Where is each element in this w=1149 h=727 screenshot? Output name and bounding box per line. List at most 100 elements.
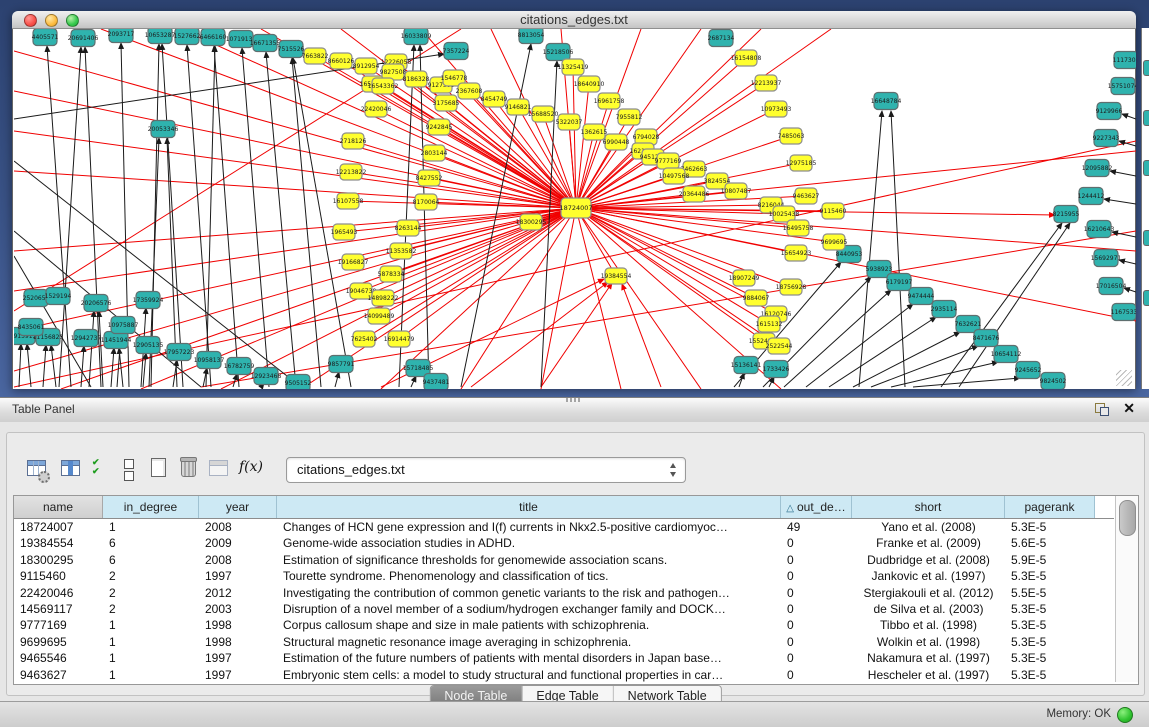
graph-node[interactable]: 9437481 — [423, 374, 450, 390]
graph-node[interactable]: 16210643 — [1084, 221, 1115, 238]
cell-title[interactable]: Changes of HCN gene expression and I(f) … — [277, 519, 781, 535]
graph-node[interactable]: 9227343 — [1093, 130, 1120, 147]
graph-node[interactable]: 9245652 — [1015, 362, 1042, 379]
graph-node[interactable]: 16648784 — [871, 93, 902, 110]
graph-node[interactable]: 14898222 — [368, 290, 399, 306]
table-row[interactable]: 969969511998Structural magnetic resonanc… — [14, 634, 1114, 650]
cell-title[interactable]: Corpus callosum shape and size in male p… — [277, 617, 781, 633]
graph-node[interactable]: 10497568 — [659, 168, 690, 184]
graph-node[interactable]: 8215955 — [1053, 206, 1080, 223]
table-row[interactable]: 1872400712008Changes of HCN gene express… — [14, 519, 1114, 535]
cell-name[interactable]: 18300295 — [14, 552, 103, 568]
table-row[interactable]: 946362711997Embryonic stem cells: a mode… — [14, 667, 1114, 683]
citation-network-graph[interactable]: 4405571206914062093717106532871527662646… — [14, 29, 1136, 389]
cell-pagerank[interactable]: 5.3E-5 — [1005, 617, 1095, 633]
cell-name[interactable]: 22420046 — [14, 585, 103, 601]
graph-node[interactable]: 16543362 — [368, 78, 399, 94]
graph-node[interactable]: 8186328 — [403, 71, 430, 87]
graph-node[interactable]: 15692971 — [1091, 250, 1122, 267]
graph-node[interactable]: 6990448 — [603, 134, 630, 150]
column-header-in_degree[interactable]: in_degree — [103, 496, 199, 518]
graph-node[interactable]: 10973493 — [761, 101, 792, 117]
cell-out_degree[interactable]: 0 — [781, 552, 852, 568]
background-network-window[interactable] — [1141, 28, 1149, 389]
graph-node[interactable]: 10654112 — [991, 346, 1022, 363]
graph-node[interactable]: 7515526 — [278, 41, 305, 58]
graph-node[interactable]: 20691406 — [68, 30, 99, 47]
graph-node[interactable]: 6179197 — [886, 274, 913, 291]
graph-node[interactable]: 2935114 — [931, 301, 958, 318]
cell-pagerank[interactable]: 5.3E-5 — [1005, 650, 1095, 666]
graph-node[interactable]: 20364486 — [679, 186, 710, 202]
row-layout-button[interactable] — [113, 455, 143, 483]
column-header-out_degree[interactable]: △out_de… — [781, 496, 852, 518]
scrollbar-thumb[interactable] — [1119, 500, 1136, 536]
cell-short[interactable]: Stergiakouli et al. (2012) — [852, 585, 1005, 601]
cell-out_degree[interactable]: 0 — [781, 650, 852, 666]
graph-node[interactable]: 16033809 — [401, 29, 432, 45]
table-row[interactable]: 2242004622012Investigating the contribut… — [14, 585, 1114, 601]
graph-node[interactable]: 18907249 — [729, 270, 760, 286]
graph-node[interactable]: 12095882 — [1082, 160, 1113, 177]
graph-node[interactable]: 8912954 — [353, 58, 380, 74]
graph-node[interactable]: 12213937 — [751, 75, 782, 91]
delete-table-button[interactable] — [173, 455, 203, 483]
cell-out_degree[interactable]: 0 — [781, 601, 852, 617]
graph-node[interactable]: 1244412 — [1078, 188, 1105, 205]
cell-pagerank[interactable]: 5.3E-5 — [1005, 634, 1095, 650]
cell-in_degree[interactable]: 6 — [103, 552, 199, 568]
cell-name[interactable]: 9699695 — [14, 634, 103, 650]
graph-node[interactable]: 4405571 — [32, 29, 59, 46]
cell-year[interactable]: 1997 — [199, 667, 277, 683]
show-columns-button[interactable] — [55, 455, 85, 483]
table-row[interactable]: 946554611997Estimation of the future num… — [14, 650, 1114, 666]
graph-node[interactable]: 17016504 — [1096, 278, 1127, 295]
cell-title[interactable]: Tourette syndrome. Phenomenology and cla… — [277, 568, 781, 584]
cell-name[interactable]: 9777169 — [14, 617, 103, 633]
cell-in_degree[interactable]: 1 — [103, 667, 199, 683]
node-attribute-table[interactable]: namein_degreeyeartitle△out_de…shortpager… — [13, 495, 1139, 685]
graph-node[interactable]: 10975887 — [108, 317, 139, 334]
graph-node[interactable]: 9824502 — [1040, 373, 1067, 390]
graph-node[interactable]: 15218506 — [543, 44, 574, 61]
graph-node[interactable]: 8427552 — [416, 170, 443, 186]
cell-in_degree[interactable]: 1 — [103, 519, 199, 535]
graph-node[interactable]: 18640910 — [574, 76, 605, 92]
column-header-name[interactable]: name — [14, 496, 103, 518]
cell-in_degree[interactable]: 2 — [103, 568, 199, 584]
cell-title[interactable]: Genome-wide association studies in ADHD. — [277, 535, 781, 551]
graph-node[interactable]: 7663822 — [302, 48, 329, 64]
cell-short[interactable]: Nakamura et al. (1997) — [852, 650, 1005, 666]
cell-pagerank[interactable]: 5.6E-5 — [1005, 535, 1095, 551]
cell-name[interactable]: 14569117 — [14, 601, 103, 617]
graph-node[interactable]: 2718126 — [340, 133, 367, 149]
graph-node[interactable]: 17957223 — [164, 344, 195, 361]
cell-short[interactable]: Wolkin et al. (1998) — [852, 634, 1005, 650]
graph-node[interactable]: 1615132 — [756, 316, 783, 332]
graph-node[interactable]: 9463627 — [793, 188, 820, 204]
graph-node[interactable]: 11353582 — [386, 243, 417, 259]
graph-node[interactable]: 17359924 — [133, 292, 164, 309]
cell-short[interactable]: Dudbridge et al. (2008) — [852, 552, 1005, 568]
cell-year[interactable]: 1998 — [199, 634, 277, 650]
graph-node[interactable]: 9505152 — [285, 375, 312, 390]
cell-year[interactable]: 2008 — [199, 552, 277, 568]
cell-name[interactable]: 9465546 — [14, 650, 103, 666]
cell-title[interactable]: Disruption of a novel member of a sodium… — [277, 601, 781, 617]
graph-node[interactable]: 2803144 — [421, 145, 448, 161]
cell-year[interactable]: 2008 — [199, 519, 277, 535]
graph-node[interactable]: 16671355 — [250, 35, 281, 52]
graph-node[interactable]: 16107558 — [333, 193, 364, 209]
window-resize-grip[interactable] — [1116, 370, 1132, 386]
table-row[interactable]: 1830029562008Estimation of significance … — [14, 552, 1114, 568]
graph-node[interactable]: 9699695 — [821, 234, 848, 250]
cell-title[interactable]: Estimation of significance thresholds fo… — [277, 552, 781, 568]
graph-node[interactable]: 7357224 — [443, 43, 470, 60]
cell-in_degree[interactable]: 2 — [103, 601, 199, 617]
graph-node[interactable]: 16495758 — [783, 220, 814, 236]
function-builder-button[interactable]: f(x) — [235, 455, 265, 483]
cell-short[interactable]: de Silva et al. (2003) — [852, 601, 1005, 617]
new-table-button[interactable] — [143, 455, 173, 483]
cell-pagerank[interactable]: 5.3E-5 — [1005, 601, 1095, 617]
graph-node[interactable]: 20053346 — [148, 121, 179, 138]
